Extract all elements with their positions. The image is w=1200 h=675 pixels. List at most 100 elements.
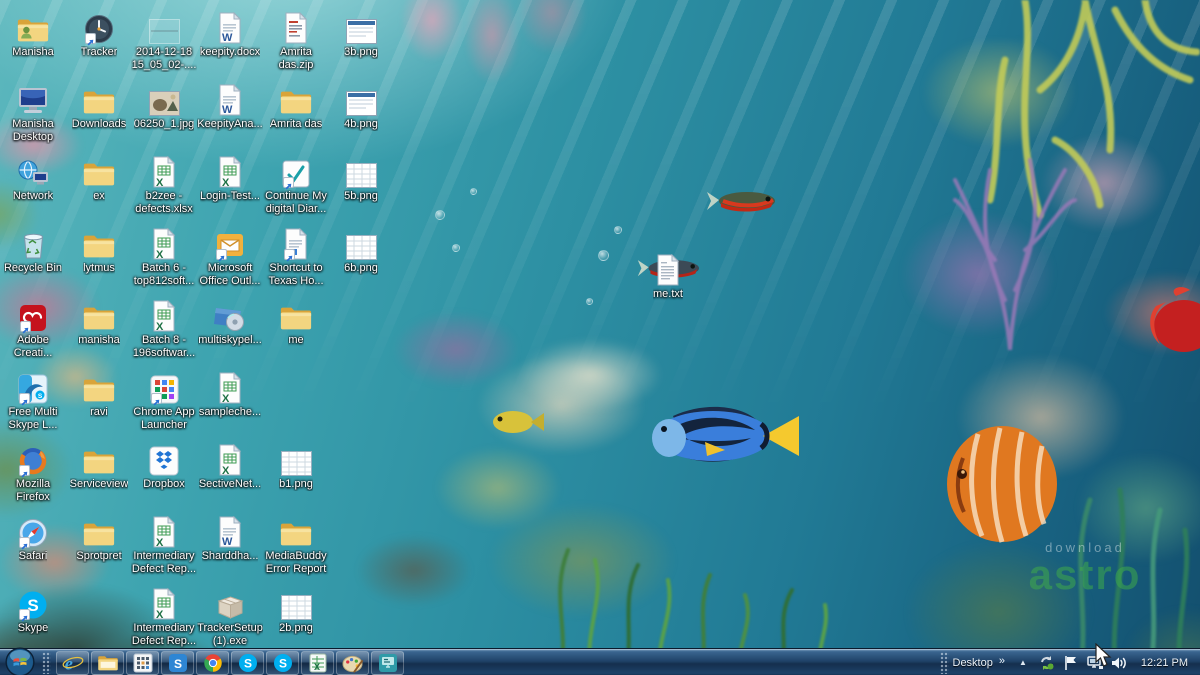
desktop-icon-amrita-das[interactable]: Amrita das (263, 80, 329, 131)
icon-label: 4b.png (344, 118, 378, 131)
doc-excel-icon: X (217, 152, 243, 188)
taskbar-button-excel[interactable]: X (301, 651, 334, 675)
desktop-icon-3b-png[interactable]: 3b.png (328, 8, 394, 59)
folder-icon (279, 296, 313, 332)
desktop-icon-grid: ManishaTracker2014-12-18 15_05_02-....Wk… (0, 0, 1200, 675)
icon-label: Mozilla Firefox (0, 478, 66, 504)
desktop-icon-downloads[interactable]: Downloads (66, 80, 132, 131)
desktop-icon-manisha[interactable]: manisha (66, 296, 132, 347)
folder-icon (82, 368, 116, 404)
thumb-window-icon (346, 80, 377, 116)
shortcut-arrow-icon (284, 249, 295, 260)
desktop-icon-multiskypel[interactable]: multiskypel... (197, 296, 263, 347)
desktop-icon-dropbox[interactable]: Dropbox (131, 440, 197, 491)
desktop-icon-serviceview[interactable]: Serviceview (66, 440, 132, 491)
desktop-icon-ex[interactable]: ex (66, 152, 132, 203)
shortcut-arrow-icon (85, 33, 96, 44)
desktop-icon-5b-png[interactable]: 5b.png (328, 152, 394, 203)
desktop-icon-amrita-das-zip[interactable]: Amrita das.zip (263, 8, 329, 72)
taskbar-grip-left[interactable] (42, 652, 51, 674)
desktop-icon-microsoft-office-outl[interactable]: Microsoft Office Outl... (197, 224, 263, 288)
desktop-icon-manisha[interactable]: Manisha (0, 8, 66, 59)
shortcut-arrow-icon (19, 393, 30, 404)
desktop-icon-ravi[interactable]: ravi (66, 368, 132, 419)
desktop-icon-continue-my-digital-diar[interactable]: Continue My digital Diar... (263, 152, 329, 216)
icon-label: ex (93, 190, 105, 203)
desktop-icon-manisha-desktop[interactable]: Manisha Desktop (0, 80, 66, 144)
desktop-icon-keepityana[interactable]: W KeepityAna... (197, 80, 263, 131)
desktop-icon-b2zee-defects-xlsx[interactable]: Xb2zee - defects.xlsx (131, 152, 197, 216)
desktop-icon-chrome-app-launcher[interactable]: Chrome App Launcher (131, 368, 197, 432)
desktop-icon-intermediary-defect-rep[interactable]: XIntermediary Defect Rep... (131, 584, 197, 648)
desktop-icon-login-test[interactable]: XLogin-Test... (197, 152, 263, 203)
desktop-icon-sprotpret[interactable]: Sprotpret (66, 512, 132, 563)
desktop-icon-mozilla-firefox[interactable]: Mozilla Firefox (0, 440, 66, 504)
icon-label: KeepityAna... (197, 118, 262, 131)
desktop-icon-me-txt[interactable]: me.txt (635, 250, 701, 301)
dropbox-icon (149, 440, 179, 476)
taskbar-button-skype[interactable]: S (231, 651, 264, 675)
taskbar-button-internet-explorer[interactable]: e (56, 651, 89, 675)
desktop-icon-06250-1-jpg[interactable]: 06250_1.jpg (131, 80, 197, 131)
shortcut-arrow-icon (19, 537, 30, 548)
volume-tray-icon[interactable] (1110, 654, 1128, 672)
excel-icon: X (308, 653, 328, 673)
desktop-icon-lytmus[interactable]: lytmus (66, 224, 132, 275)
desktop-icon-recycle-bin[interactable]: Recycle Bin (0, 224, 66, 275)
icon-label: 3b.png (344, 46, 378, 59)
taskbar-clock[interactable]: 12:21 PM (1141, 657, 1188, 669)
desktop-icon-network[interactable]: Network (0, 152, 66, 203)
desktop-icon-batch-8-196softwar[interactable]: XBatch 8 - 196softwar... (131, 296, 197, 360)
desktop-icon-sectivenet[interactable]: XSectiveNet... (197, 440, 263, 491)
start-button[interactable] (5, 647, 35, 675)
desktop-icon-free-multi-skype-l[interactable]: SFree Multi Skype L... (0, 368, 66, 432)
desktop-icon-keepity-docx[interactable]: Wkeepity.docx (197, 8, 263, 59)
taskbar-button-blue-s-app[interactable]: S (161, 651, 194, 675)
taskbar-grip-tray[interactable] (940, 652, 949, 674)
svg-text:W: W (222, 104, 233, 116)
taskbar-button-windows-explorer[interactable] (91, 651, 124, 675)
desktop-toolbar-label[interactable]: Desktop (953, 657, 993, 669)
file-zip-icon (283, 8, 309, 44)
taskbar-button-teal-monitor-app[interactable] (371, 651, 404, 675)
desktop-icon-mediabuddy-error-report[interactable]: MediaBuddy Error Report (263, 512, 329, 576)
desktop-icon-4b-png[interactable]: 4b.png (328, 80, 394, 131)
action-center-flag-icon[interactable] (1062, 654, 1080, 672)
toolbar-chevron[interactable]: » (999, 655, 1005, 667)
desktop-icon-safari[interactable]: Safari (0, 512, 66, 563)
taskbar-button-paint[interactable] (336, 651, 369, 675)
icon-label: Sprotpret (76, 550, 121, 563)
desktop-icon-sampleche[interactable]: Xsampleche... (197, 368, 263, 419)
desktop-icon-trackersetup-1-exe[interactable]: TrackerSetup (1).exe (197, 584, 263, 648)
taskbar-button-chrome[interactable] (196, 651, 229, 675)
icon-label: 5b.png (344, 190, 378, 203)
show-hidden-icons-button[interactable]: ▲ (1019, 658, 1027, 667)
text-file-icon (655, 250, 681, 286)
taskbar-button-app-grid[interactable] (126, 651, 159, 675)
desktop-icon-batch-6-top812soft[interactable]: XBatch 6 - top812soft... (131, 224, 197, 288)
desktop-icon-b1-png[interactable]: b1.png (263, 440, 329, 491)
icon-label: TrackerSetup (1).exe (197, 622, 263, 648)
desktop-icon-intermediary-defect-rep[interactable]: XIntermediary Defect Rep... (131, 512, 197, 576)
desktop-icon-6b-png[interactable]: 6b.png (328, 224, 394, 275)
shortcut-arrow-icon (283, 177, 294, 188)
icon-label: Chrome App Launcher (131, 406, 197, 432)
desktop-icon-skype[interactable]: SSkype (0, 584, 66, 635)
desktop-icon-me[interactable]: me (263, 296, 329, 347)
network-tray-icon[interactable] (1086, 654, 1104, 672)
desktop-icon-adobe-creati[interactable]: Adobe Creati... (0, 296, 66, 360)
desktop-icon-shortcut-to-texas-ho[interactable]: Shortcut to Texas Ho... (263, 224, 329, 288)
desktop-icon-2014-12-18-15-05-02[interactable]: 2014-12-18 15_05_02-.... (131, 8, 197, 72)
sync-update-tray-icon[interactable] (1038, 654, 1056, 672)
folder-user-icon (16, 8, 50, 44)
desktop-icon-2b-png[interactable]: 2b.png (263, 584, 329, 635)
svg-text:S: S (243, 656, 251, 670)
skype-icon: S (273, 653, 293, 673)
desktop-icon-sharddha[interactable]: WSharddha... (197, 512, 263, 563)
desktop-icon-tracker[interactable]: Tracker (66, 8, 132, 59)
icon-label: Skype (18, 622, 49, 635)
skype-icon: S (238, 653, 258, 673)
chrome-icon (203, 653, 223, 673)
media-disc-icon (214, 296, 247, 332)
taskbar-button-skype-2[interactable]: S (266, 651, 299, 675)
